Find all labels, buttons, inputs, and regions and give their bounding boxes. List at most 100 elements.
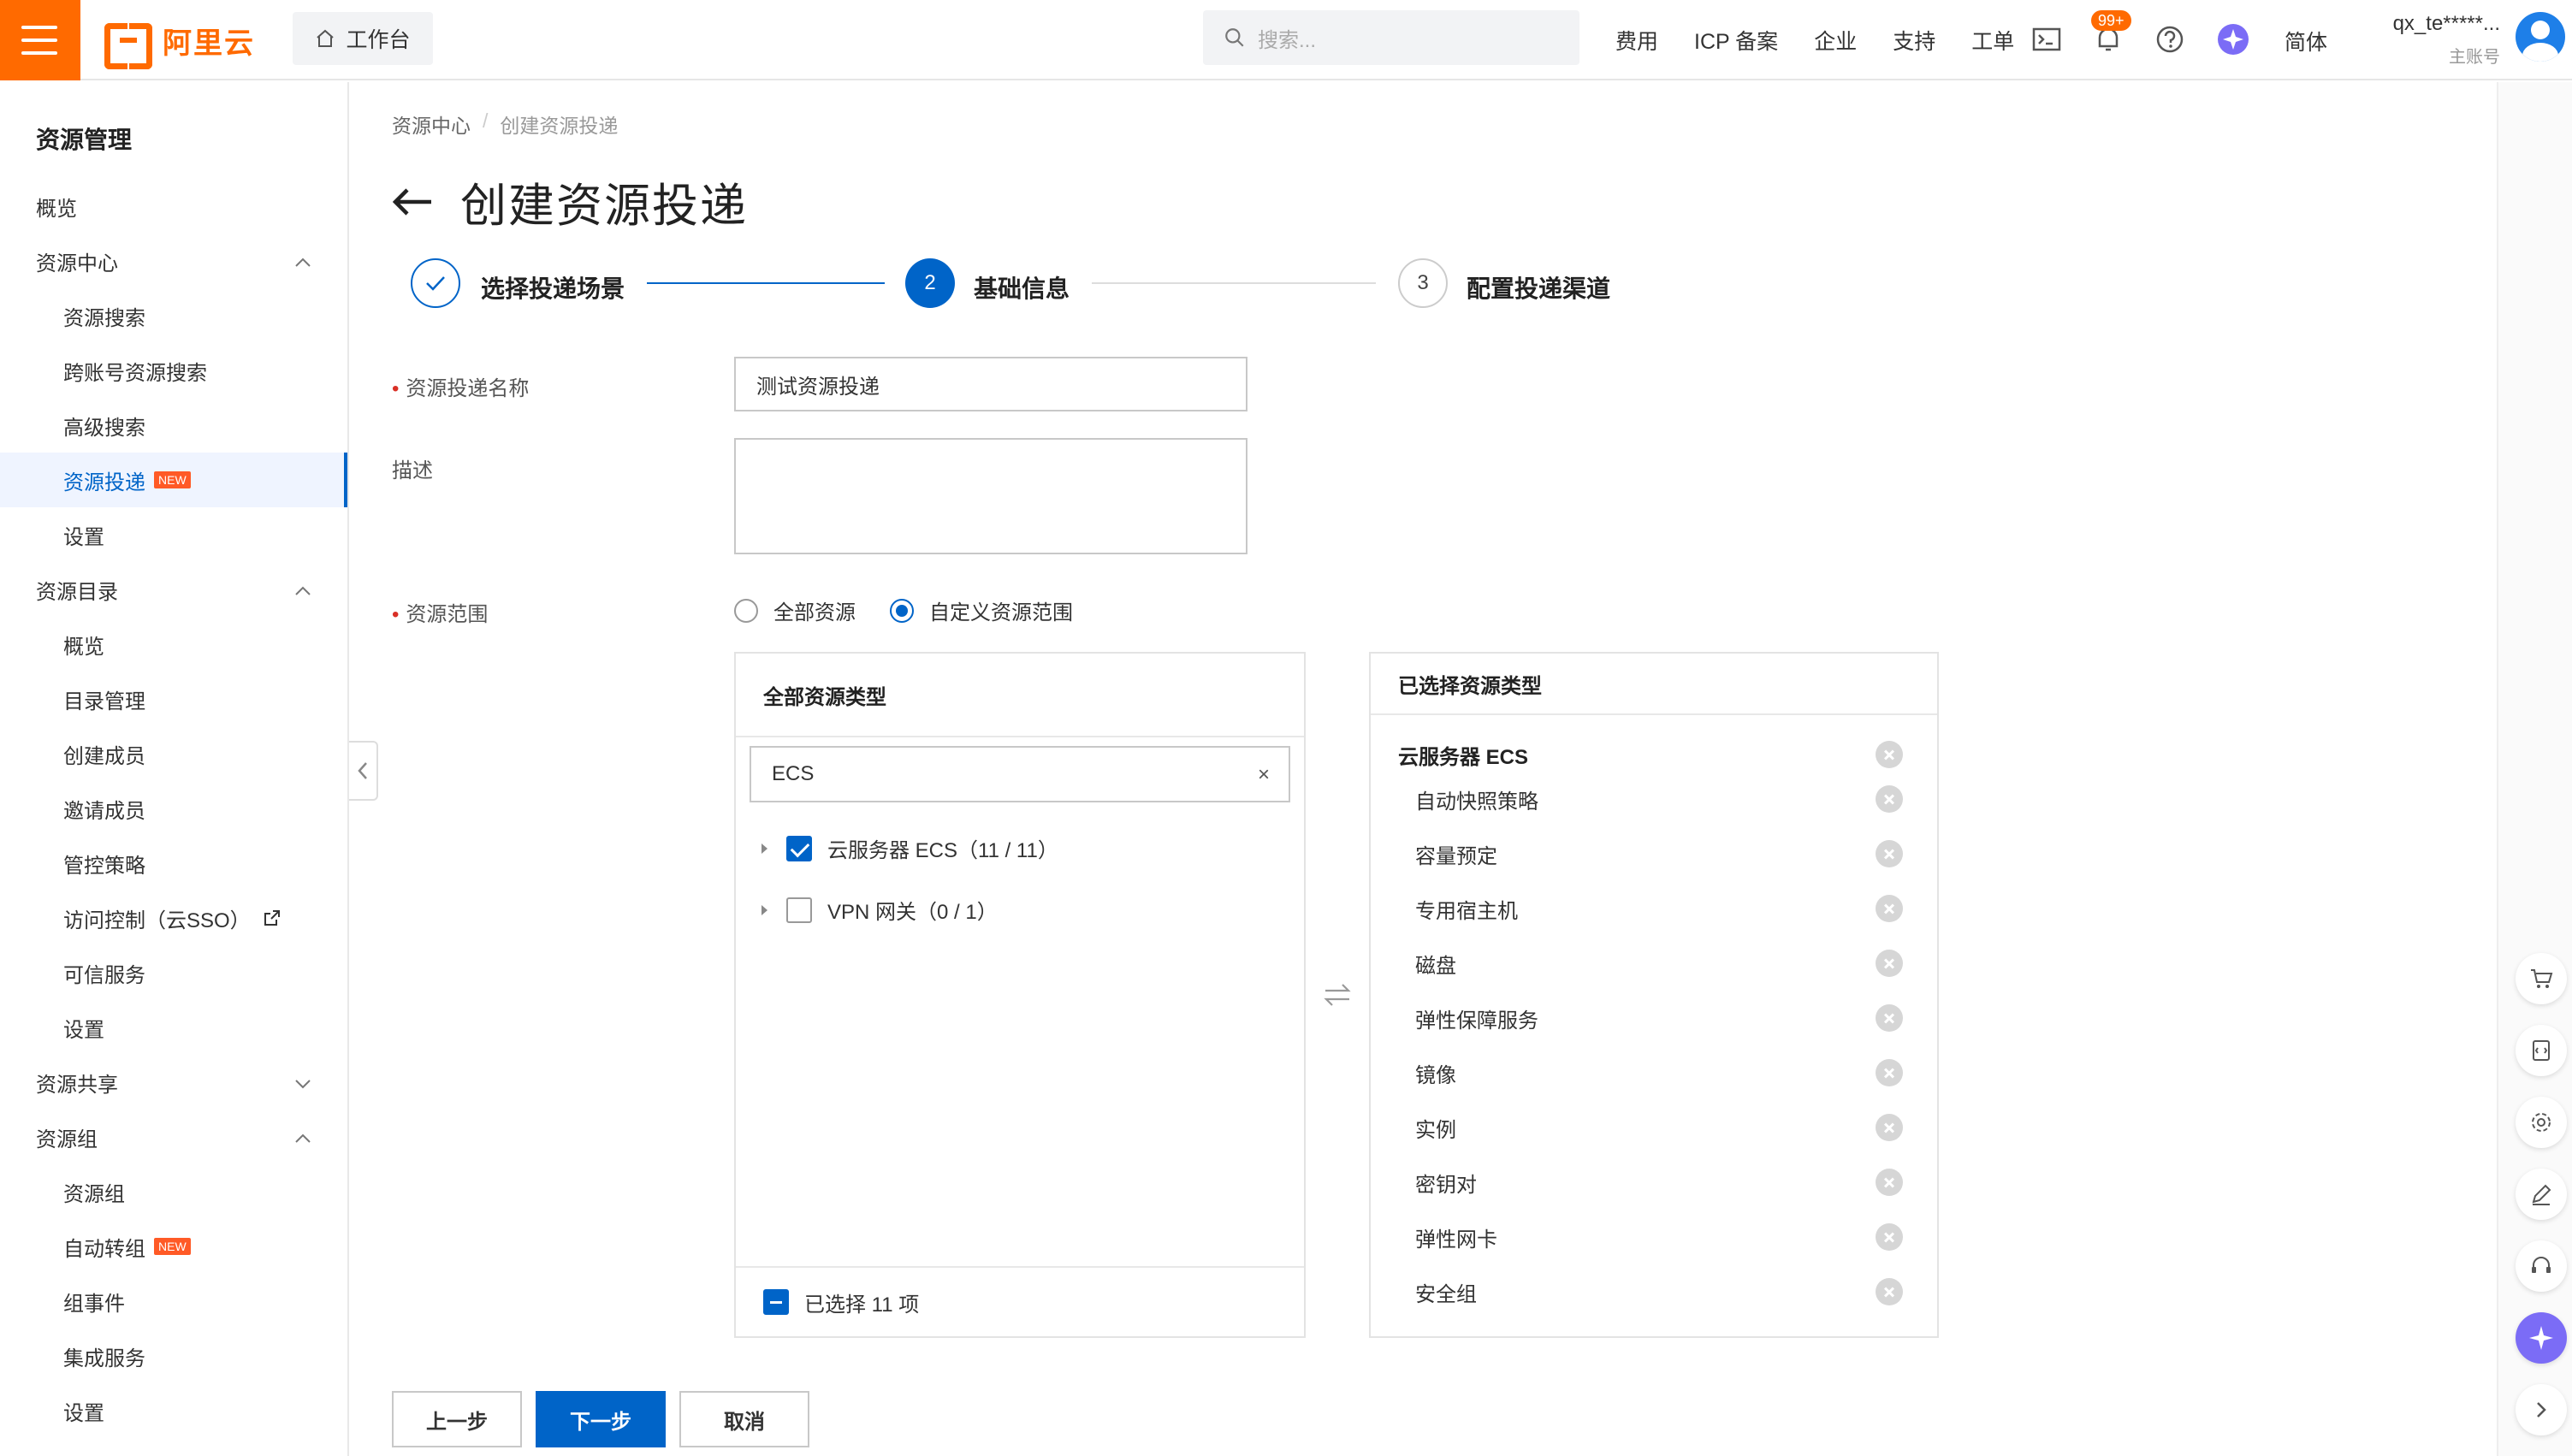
chevron-right-icon[interactable] (2516, 1384, 2567, 1435)
sidebar-item-label: 资源共享 (36, 1073, 118, 1097)
aliyun-logo[interactable]: 阿里云 (104, 22, 255, 69)
selected-item: 密钥对 (1371, 1157, 1937, 1208)
help-icon[interactable] (2153, 22, 2187, 56)
chevron-up-icon[interactable] (293, 1128, 313, 1149)
top-link-support[interactable]: 支持 (1893, 25, 1935, 56)
scope-radio-custom[interactable] (890, 598, 914, 623)
ecs-checkbox[interactable] (786, 835, 812, 861)
breadcrumb: 资源中心 / 创建资源投递 (392, 109, 618, 139)
sidebar-item-9[interactable]: 概览 (0, 617, 347, 672)
sidebar-item-label: 概览 (36, 197, 77, 221)
select-all-checkbox[interactable] (763, 1289, 789, 1315)
top-link-billing[interactable]: 费用 (1615, 25, 1658, 56)
sidebar-item-10[interactable]: 目录管理 (0, 672, 347, 726)
tree-item-ecs[interactable]: 云服务器 ECS（11 / 11） (762, 833, 1058, 863)
chevron-up-icon[interactable] (293, 581, 313, 601)
chevron-up-icon[interactable] (293, 252, 313, 273)
resource-type-search-input[interactable]: ECS × (750, 746, 1290, 802)
scope-option-custom-label[interactable]: 自定义资源范围 (929, 595, 1073, 625)
logo-text: 阿里云 (163, 27, 255, 60)
api-icon[interactable] (2516, 1025, 2567, 1076)
selected-item-label: 镜像 (1415, 1063, 1456, 1087)
sidebar-item-5[interactable]: 高级搜索 (0, 398, 347, 453)
sidebar-item-13[interactable]: 管控策略 (0, 836, 347, 891)
sidebar-item-label: 目录管理 (63, 690, 145, 713)
sidebar-item-19[interactable]: 资源组 (0, 1164, 347, 1219)
remove-group-icon[interactable] (1876, 741, 1903, 768)
remove-item-icon[interactable] (1876, 785, 1903, 813)
expand-caret-icon[interactable] (762, 843, 767, 854)
sidebar-item-20[interactable]: 自动转组 NEW (0, 1219, 347, 1274)
chevron-down-icon[interactable] (293, 1074, 313, 1094)
sidebar-item-7[interactable]: 设置 (0, 507, 347, 562)
back-arrow-icon[interactable] (390, 185, 435, 219)
remove-item-icon[interactable] (1876, 1059, 1903, 1086)
language-switch[interactable]: 简体 (2285, 26, 2327, 56)
clear-search-icon[interactable]: × (1258, 763, 1270, 787)
sidebar-item-22[interactable]: 集成服务 (0, 1329, 347, 1383)
selected-item: 专用宿主机 (1371, 883, 1937, 934)
search-icon (1225, 28, 1244, 47)
remove-item-icon[interactable] (1876, 1004, 1903, 1032)
sidebar-item-14[interactable]: 访问控制（云SSO） (0, 891, 347, 945)
selected-item-label: 专用宿主机 (1415, 899, 1518, 923)
sidebar-collapse-toggle[interactable] (349, 741, 378, 801)
workbench-button[interactable]: 工作台 (293, 12, 433, 65)
remove-item-icon[interactable] (1876, 1114, 1903, 1141)
next-step-button[interactable]: 下一步 (536, 1391, 666, 1447)
avatar[interactable] (2516, 12, 2565, 62)
ai-assistant-icon[interactable] (2216, 22, 2250, 56)
scope-radio-all[interactable] (734, 598, 758, 623)
remove-item-icon[interactable] (1876, 1278, 1903, 1305)
remove-item-icon[interactable] (1876, 1223, 1903, 1251)
sidebar-item-23[interactable]: 设置 (0, 1383, 347, 1438)
global-search-input[interactable]: 搜索... (1203, 10, 1579, 65)
selected-item: 实例 (1371, 1102, 1937, 1153)
sidebar-item-3[interactable]: 资源搜索 (0, 288, 347, 343)
user-account[interactable]: qx_te*****... 主账号 (2363, 12, 2500, 68)
external-link-icon (264, 910, 280, 926)
remove-item-icon[interactable] (1876, 1169, 1903, 1196)
sidebar-item-21[interactable]: 组事件 (0, 1274, 347, 1329)
top-link-ticket[interactable]: 工单 (1971, 25, 2014, 56)
sidebar-item-label: 资源目录 (36, 580, 118, 604)
cart-icon[interactable] (2516, 953, 2567, 1004)
tree-item-vpn[interactable]: VPN 网关（0 / 1） (762, 895, 998, 925)
breadcrumb-parent[interactable]: 资源中心 (392, 109, 471, 139)
step-1-done-check-icon (411, 258, 460, 308)
terminal-icon[interactable] (2030, 22, 2064, 56)
user-role: 主账号 (2449, 48, 2500, 67)
sidebar-item-label: 组事件 (63, 1292, 125, 1316)
cancel-button[interactable]: 取消 (679, 1391, 809, 1447)
ai-assistant-rail-icon[interactable] (2516, 1312, 2567, 1364)
top-link-enterprise[interactable]: 企业 (1814, 25, 1857, 56)
sidebar-item-1[interactable]: 概览 (0, 179, 347, 234)
delivery-name-input[interactable]: 测试资源投递 (734, 357, 1247, 411)
headset-support-icon[interactable] (2516, 1240, 2567, 1292)
sidebar-item-16[interactable]: 设置 (0, 1000, 347, 1055)
settings-gear-icon[interactable] (2516, 1097, 2567, 1148)
sidebar-item-12[interactable]: 邀请成员 (0, 781, 347, 836)
sidebar-item-label: 跨账号资源搜索 (63, 361, 207, 385)
step-3-index: 3 (1417, 271, 1429, 294)
remove-item-icon[interactable] (1876, 895, 1903, 922)
vpn-checkbox[interactable] (786, 897, 812, 923)
remove-item-icon[interactable] (1876, 840, 1903, 867)
sidebar-item-4[interactable]: 跨账号资源搜索 (0, 343, 347, 398)
sidebar-item-17[interactable]: 资源共享 (0, 1055, 347, 1110)
expand-caret-icon[interactable] (762, 904, 767, 915)
top-link-icp[interactable]: ICP 备案 (1694, 25, 1778, 56)
hamburger-menu-icon[interactable] (0, 0, 80, 80)
scope-option-all-label[interactable]: 全部资源 (773, 595, 856, 625)
description-textarea[interactable] (734, 438, 1247, 554)
sidebar-item-18[interactable]: 资源组 (0, 1110, 347, 1164)
delivery-name-value: 测试资源投递 (756, 375, 880, 399)
sidebar-item-6[interactable]: 资源投递 NEW (0, 453, 347, 507)
edit-pen-icon[interactable] (2516, 1169, 2567, 1220)
sidebar-item-8[interactable]: 资源目录 (0, 562, 347, 617)
prev-step-button[interactable]: 上一步 (392, 1391, 522, 1447)
remove-item-icon[interactable] (1876, 950, 1903, 977)
sidebar-item-15[interactable]: 可信服务 (0, 945, 347, 1000)
sidebar-item-11[interactable]: 创建成员 (0, 726, 347, 781)
sidebar-item-2[interactable]: 资源中心 (0, 234, 347, 288)
